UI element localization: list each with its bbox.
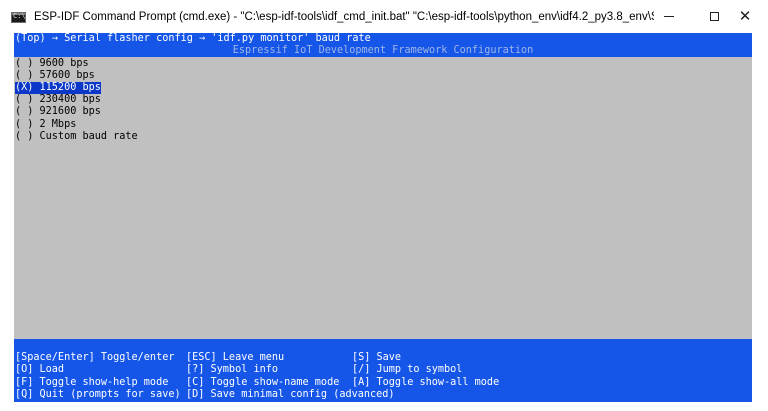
breadcrumb: (Top) → Serial flasher config → 'idf.py … (14, 33, 752, 46)
help-hint: [O] Load (15, 364, 65, 376)
option-item[interactable]: (X) 115200 bps (14, 81, 752, 95)
option-item[interactable]: ( ) 2 Mbps (14, 119, 752, 131)
console-window: C:\ ESP-IDF Command Prompt (cmd.exe) - "… (0, 0, 768, 411)
option-item[interactable]: ( ) 57600 bps (14, 70, 752, 82)
help-hint: [D] Save minimal config (advanced) (186, 389, 395, 401)
option-item[interactable]: ( ) 230400 bps (14, 94, 752, 106)
help-separator-bar (14, 339, 752, 351)
help-hint: [Q] Quit (prompts for save) (15, 389, 181, 401)
option-label: ( ) 57600 bps (15, 69, 95, 81)
minimize-button[interactable] (646, 0, 692, 33)
config-banner: Espressif IoT Development Framework Conf… (14, 45, 752, 58)
title-bar[interactable]: C:\ ESP-IDF Command Prompt (cmd.exe) - "… (0, 0, 768, 33)
help-row: [Space/Enter] Toggle/enter [ESC] Leave me… (14, 352, 752, 364)
help-hint: [?] Symbol info (186, 364, 279, 376)
window-bottom-border (0, 402, 768, 411)
minimize-icon (664, 16, 674, 17)
help-hint: [F] Toggle show-help mode (15, 376, 169, 388)
window-title: ESP-IDF Command Prompt (cmd.exe) - "C:\e… (34, 11, 654, 23)
option-item[interactable]: ( ) 9600 bps (14, 58, 752, 70)
console-icon[interactable]: C:\ (11, 12, 26, 23)
option-item[interactable]: ( ) 921600 bps (14, 106, 752, 118)
option-label: ( ) 921600 bps (15, 106, 101, 118)
help-hint: [S] Save (352, 352, 402, 363)
help-panel: [Space/Enter] Toggle/enter [ESC] Leave me… (14, 351, 752, 402)
console-area[interactable]: (Top) → Serial flasher config → 'idf.py … (14, 33, 752, 402)
maximize-icon (709, 12, 719, 21)
close-button[interactable]: ✕ (722, 0, 768, 33)
close-icon: ✕ (738, 7, 752, 25)
help-hint: [/] Jump to symbol (352, 364, 463, 376)
console-icon-text: C:\ (13, 12, 26, 20)
help-hint: [C] Toggle show-name mode (186, 376, 340, 388)
help-hint: [ESC] Leave menu (186, 352, 285, 363)
option-item[interactable]: ( ) Custom baud rate (14, 131, 752, 143)
help-row: [Q] Quit (prompts for save) [D] Save mini… (14, 389, 752, 401)
option-label: ( ) 9600 bps (15, 57, 89, 69)
help-hint: [Space/Enter] Toggle/enter (15, 352, 175, 363)
help-row: [O] Load [?] Symbol info [/] Jump to symbo… (14, 364, 752, 376)
help-row: [F] Toggle show-help mode [C] Toggle show… (14, 377, 752, 389)
option-label: ( ) 2 Mbps (15, 118, 77, 130)
help-hint: [A] Toggle show-all mode (352, 376, 500, 388)
option-label: (X) 115200 bps (15, 81, 101, 95)
option-label: ( ) 230400 bps (15, 94, 101, 106)
option-label: ( ) Custom baud rate (15, 130, 138, 142)
